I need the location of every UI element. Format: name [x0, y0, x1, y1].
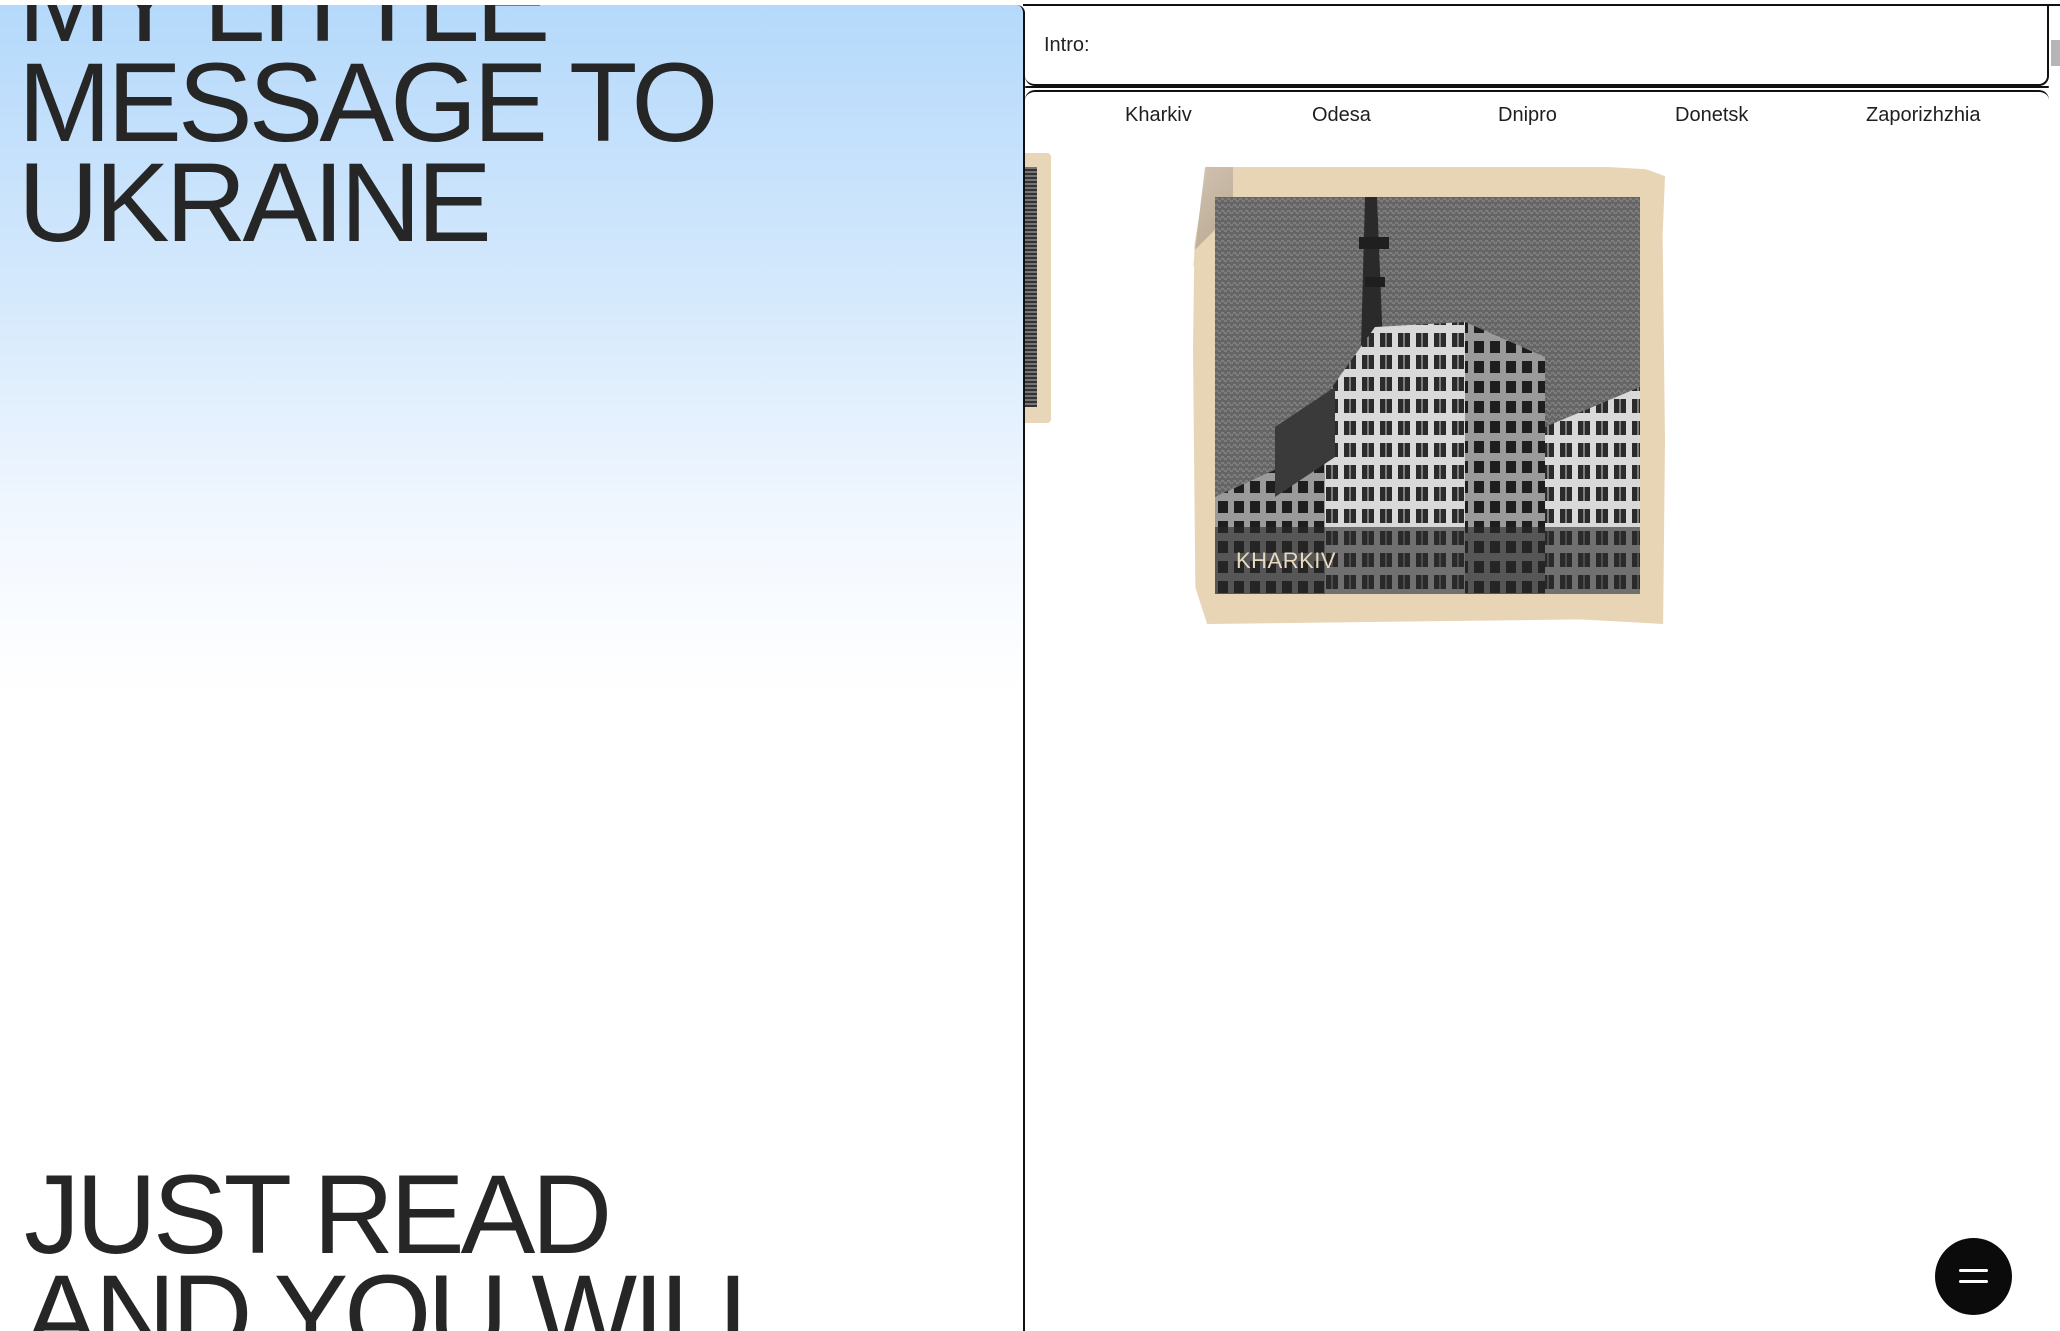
hero-panel: MY LITTLE MESSAGE TO UKRAINE JUST READ A… [0, 5, 1025, 1331]
menu-icon [1959, 1280, 1988, 1283]
city-photo-kharkiv: KHARKIV [1215, 197, 1640, 594]
intro-divider [1025, 86, 2049, 88]
tab-odesa[interactable]: Odesa [1312, 104, 1371, 127]
hero-headline: MY LITTLE MESSAGE TO UKRAINE [18, 5, 719, 265]
intro-label: Intro: [1044, 34, 1090, 56]
intro-bar[interactable]: Intro: [1025, 6, 2049, 86]
footline-line: JUST READ [24, 1152, 612, 1277]
scrollbar-thumb[interactable] [2051, 40, 2060, 66]
page: MY LITTLE MESSAGE TO UKRAINE JUST READ A… [0, 0, 2060, 1331]
tab-dnipro[interactable]: Dnipro [1498, 104, 1557, 127]
tab-donetsk[interactable]: Donetsk [1675, 104, 1748, 127]
menu-icon [1959, 1269, 1988, 1272]
previous-city-card[interactable] [1025, 153, 1051, 423]
previous-city-photo [1025, 167, 1037, 407]
footline-line: AND YOU WILL [24, 1252, 781, 1331]
kharkiv-building-illustration [1215, 197, 1640, 594]
headline-line: MESSAGE TO [18, 40, 719, 165]
tab-kharkiv[interactable]: Kharkiv [1125, 104, 1192, 127]
menu-button[interactable] [1935, 1238, 2012, 1315]
headline-line: UKRAINE [18, 140, 492, 265]
city-tabs: Kharkiv Odesa Dnipro Donetsk Zaporizhzhi… [1025, 104, 2049, 134]
hero-footline: JUST READ AND YOU WILL [24, 1152, 781, 1331]
city-card-caption: KHARKIV [1236, 548, 1337, 573]
tab-zaporizhzhia[interactable]: Zaporizhzhia [1866, 104, 1981, 127]
